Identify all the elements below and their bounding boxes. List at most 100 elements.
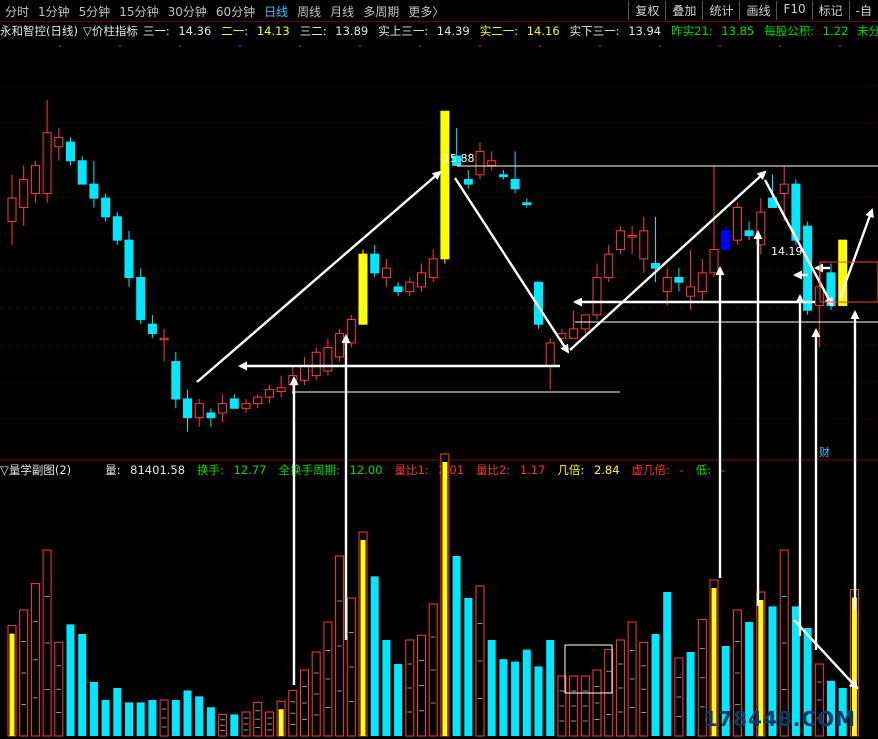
candle-body[interactable] bbox=[183, 398, 192, 419]
candle-body[interactable] bbox=[147, 323, 157, 335]
candle-body[interactable] bbox=[686, 286, 696, 297]
candle-body[interactable] bbox=[276, 387, 286, 392]
candle-body[interactable] bbox=[417, 272, 426, 288]
period-dot bbox=[179, 45, 181, 47]
candle-body[interactable] bbox=[346, 319, 356, 344]
period-dot bbox=[539, 45, 541, 47]
volume-bar[interactable] bbox=[136, 702, 145, 736]
candle-body[interactable] bbox=[206, 412, 216, 419]
candle-body[interactable] bbox=[358, 253, 368, 325]
candle-body[interactable] bbox=[592, 277, 602, 316]
volume-bar[interactable] bbox=[452, 556, 461, 736]
candle-body[interactable] bbox=[370, 253, 380, 274]
candle-body[interactable] bbox=[674, 277, 684, 283]
candle-body[interactable] bbox=[393, 286, 403, 293]
candle-body[interactable] bbox=[30, 164, 40, 194]
candle-body[interactable] bbox=[19, 178, 29, 208]
candle-body[interactable] bbox=[264, 389, 274, 398]
candle-body[interactable] bbox=[241, 403, 251, 409]
candle-body[interactable] bbox=[569, 328, 579, 339]
candle-body[interactable] bbox=[510, 178, 520, 190]
volume-bar[interactable] bbox=[89, 682, 98, 736]
candle-body[interactable] bbox=[487, 160, 497, 166]
candle-body[interactable] bbox=[545, 342, 555, 367]
candle-body[interactable] bbox=[42, 132, 52, 194]
candle-body[interactable] bbox=[194, 403, 204, 419]
volume-bar[interactable] bbox=[230, 714, 239, 736]
volume-bar[interactable] bbox=[101, 700, 110, 736]
candle-body[interactable] bbox=[475, 150, 485, 176]
candle-body[interactable] bbox=[159, 337, 169, 341]
candle-body[interactable] bbox=[136, 277, 146, 321]
volume-bar[interactable] bbox=[663, 592, 672, 736]
candle-body[interactable] bbox=[779, 183, 789, 194]
candle-body[interactable] bbox=[54, 136, 64, 148]
volume-bar[interactable] bbox=[206, 707, 215, 736]
candle-body[interactable] bbox=[405, 281, 415, 293]
candle-body[interactable] bbox=[300, 365, 309, 381]
volume-bar[interactable] bbox=[546, 640, 555, 736]
candle-body[interactable] bbox=[639, 230, 649, 260]
volume-bar[interactable] bbox=[382, 640, 391, 736]
period-dot bbox=[839, 45, 841, 47]
candle-body[interactable] bbox=[171, 361, 181, 400]
volume-bar[interactable] bbox=[464, 598, 473, 736]
volume-bar[interactable] bbox=[394, 664, 403, 736]
volume-bar[interactable] bbox=[534, 666, 543, 736]
volume-bar[interactable] bbox=[183, 690, 192, 736]
candle-body[interactable] bbox=[744, 230, 754, 236]
candle-body[interactable] bbox=[615, 230, 625, 250]
candle-body[interactable] bbox=[627, 234, 637, 238]
candle-body[interactable] bbox=[604, 253, 614, 279]
volume-bar[interactable] bbox=[487, 640, 496, 736]
period-dot bbox=[659, 45, 661, 47]
volume-bar[interactable] bbox=[370, 576, 379, 736]
candle-body[interactable] bbox=[814, 286, 824, 307]
period-dot bbox=[299, 45, 301, 47]
candle-body[interactable] bbox=[463, 178, 473, 185]
finance-marker[interactable]: 财 bbox=[819, 445, 830, 459]
candle-body[interactable] bbox=[101, 197, 111, 218]
volume-bar[interactable] bbox=[125, 702, 133, 736]
volume-bar[interactable] bbox=[148, 700, 157, 736]
volume-bar[interactable] bbox=[66, 624, 75, 736]
candle-body[interactable] bbox=[66, 141, 75, 162]
candle-body[interactable] bbox=[732, 206, 742, 241]
candle-body[interactable] bbox=[124, 239, 134, 279]
candle-body[interactable] bbox=[77, 160, 87, 185]
period-dot bbox=[59, 45, 61, 47]
candle-body[interactable] bbox=[7, 197, 17, 222]
candle-body[interactable] bbox=[253, 396, 263, 405]
mark-price-label: 14.19 bbox=[771, 245, 803, 258]
candle-body[interactable] bbox=[697, 272, 707, 293]
volume-bar[interactable] bbox=[686, 652, 695, 736]
candle-body[interactable] bbox=[522, 202, 532, 206]
candle-body[interactable] bbox=[498, 174, 508, 178]
candle-body[interactable] bbox=[428, 258, 438, 279]
candle-body[interactable] bbox=[89, 183, 99, 199]
kline-chart[interactable]: 15.88 14.19 财 bbox=[0, 0, 878, 739]
candle-body[interactable] bbox=[721, 230, 731, 250]
volume-bar[interactable] bbox=[78, 634, 87, 736]
volume-bar[interactable] bbox=[171, 700, 180, 736]
candle-body[interactable] bbox=[709, 249, 719, 274]
period-dot bbox=[719, 45, 721, 47]
volume-bar[interactable] bbox=[113, 688, 122, 736]
candle-body[interactable] bbox=[803, 225, 813, 311]
candle-body[interactable] bbox=[335, 333, 345, 358]
candle-body[interactable] bbox=[440, 110, 450, 260]
candle-body[interactable] bbox=[323, 347, 333, 372]
volume-bar[interactable] bbox=[511, 661, 520, 736]
candle-body[interactable] bbox=[311, 351, 321, 377]
candle-body[interactable] bbox=[651, 263, 660, 269]
candle-body[interactable] bbox=[218, 403, 228, 414]
period-dot bbox=[239, 45, 241, 47]
candle-body[interactable] bbox=[112, 216, 122, 241]
volume-bar[interactable] bbox=[522, 649, 531, 736]
candle-body[interactable] bbox=[229, 398, 239, 409]
volume-bar[interactable] bbox=[499, 659, 508, 736]
volume-bar[interactable] bbox=[651, 634, 660, 736]
volume-bar[interactable] bbox=[195, 696, 204, 736]
candle-body[interactable] bbox=[381, 267, 391, 279]
candle-body[interactable] bbox=[662, 277, 672, 293]
